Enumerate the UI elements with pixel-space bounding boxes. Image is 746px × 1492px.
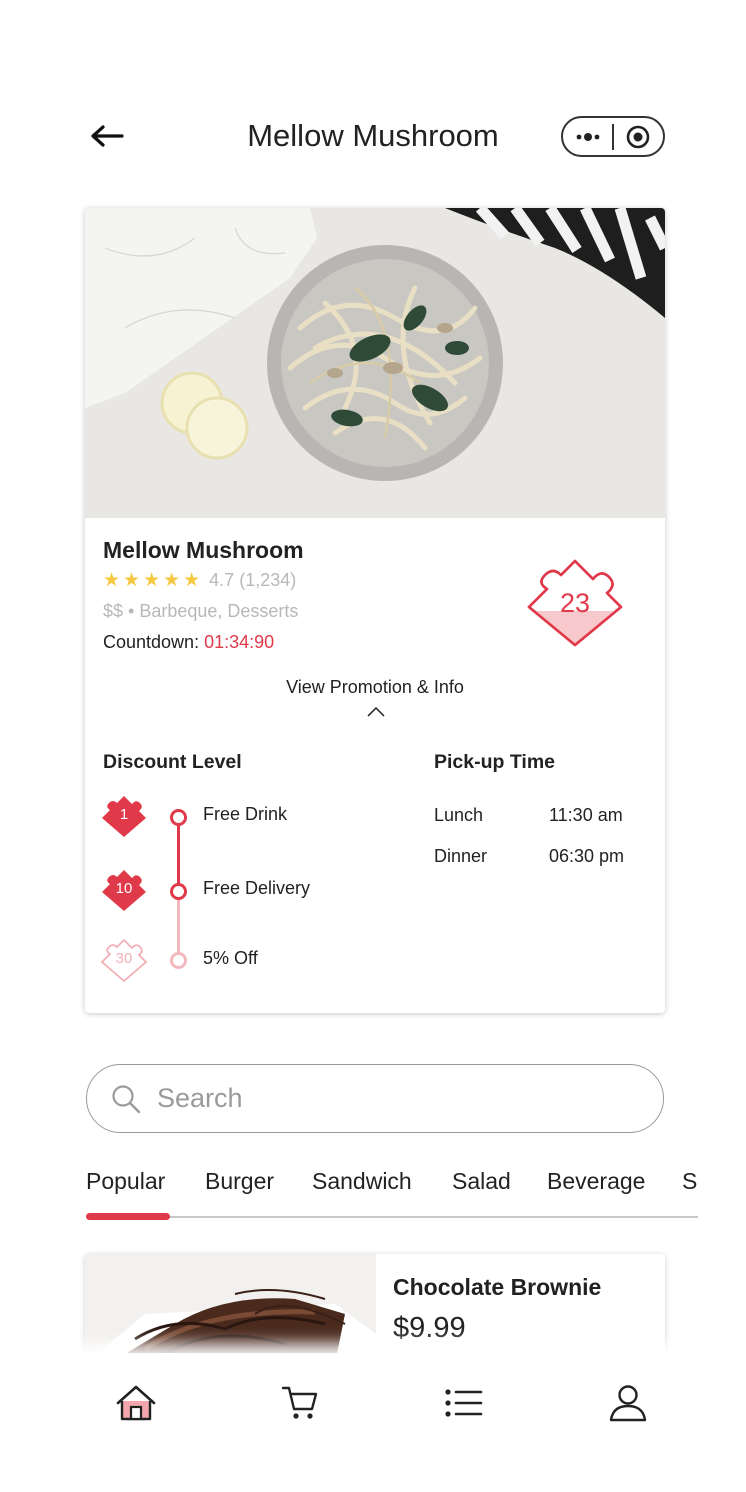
tab-burger[interactable]: Burger (205, 1168, 274, 1195)
more-button[interactable] (563, 118, 612, 155)
level-row: 30 5% Off (85, 938, 385, 984)
discount-level-title: Discount Level (103, 751, 242, 773)
price-and-cuisine: $$ • Barbeque, Desserts (103, 601, 299, 621)
level-label: Free Drink (203, 804, 288, 824)
tab-sandwich[interactable]: Sandwich (312, 1168, 412, 1195)
chevron-up-icon[interactable] (366, 706, 386, 718)
nav-profile[interactable] (604, 1381, 652, 1425)
pickup-time: 06:30 pm (549, 846, 625, 866)
level-node (170, 883, 187, 900)
pickup-time: 11:30 am (549, 805, 623, 825)
restaurant-name: Mellow Mushroom (103, 537, 304, 563)
level-number: 10 (115, 880, 133, 897)
tab-beverage[interactable]: Beverage (547, 1168, 645, 1195)
product-image (85, 1254, 376, 1364)
close-miniprogram-button[interactable] (614, 118, 663, 155)
search-bar[interactable] (86, 1064, 664, 1133)
level-node (170, 952, 187, 969)
rating-row: ★★★★★ 4.7 (1,234) (103, 569, 296, 592)
view-promotion-button[interactable]: View Promotion & Info (85, 677, 665, 698)
cart-icon (281, 1386, 318, 1419)
level-label: Free Delivery (203, 878, 311, 898)
list-icon (445, 1389, 483, 1417)
restaurant-card: Mellow Mushroom ★★★★★ 4.7 (1,234) $$ • B… (85, 208, 665, 1013)
rating-value: 4.7 (209, 570, 235, 590)
nav-home[interactable] (112, 1381, 160, 1425)
nav-orders[interactable] (440, 1381, 488, 1425)
level-label: 5% Off (203, 948, 258, 968)
star-rating-icon: ★★★★★ (103, 570, 204, 591)
product-price: $9.99 (393, 1312, 466, 1344)
nav-cart[interactable] (276, 1381, 324, 1425)
countdown-label: Countdown: (103, 632, 200, 652)
home-icon (116, 1385, 156, 1421)
search-input[interactable] (157, 1083, 597, 1114)
level-row: 1 Free Drink (85, 794, 385, 840)
puzzle-count-badge: 23 (525, 553, 625, 649)
countdown-value: 01:34:90 (204, 632, 275, 652)
level-number: 1 (119, 806, 129, 823)
level-number: 30 (115, 950, 133, 967)
pickup-row: Dinner 06:30 pm (434, 846, 634, 867)
level-node (170, 809, 187, 826)
review-count: (1,234) (239, 570, 297, 590)
mini-program-capsule (561, 116, 665, 157)
restaurant-hero-image (85, 208, 665, 518)
more-dots-icon (576, 132, 600, 141)
search-icon (112, 1084, 141, 1113)
pickup-meal: Dinner (434, 846, 488, 866)
level-row: 10 Free Delivery (85, 868, 385, 914)
pickup-meal: Lunch (434, 805, 484, 825)
target-icon (627, 125, 650, 148)
tab-salad[interactable]: Salad (452, 1168, 511, 1195)
tabs-divider (86, 1216, 698, 1218)
pickup-time-title: Pick-up Time (434, 751, 556, 773)
countdown: Countdown: 01:34:90 (103, 632, 274, 653)
category-tabs: Popular Burger Sandwich Salad Beverage S… (86, 1160, 698, 1220)
product-name: Chocolate Brownie (393, 1274, 602, 1300)
puzzle-count: 23 (559, 588, 591, 618)
tab-popular[interactable]: Popular (86, 1168, 165, 1195)
user-icon (609, 1385, 647, 1422)
top-bar: Mellow Mushroom (0, 100, 746, 172)
product-card[interactable]: Chocolate Brownie $9.99 (85, 1254, 665, 1364)
pickup-row: Lunch 11:30 am (434, 805, 634, 826)
active-tab-indicator (86, 1213, 170, 1220)
bottom-navigation (51, 1353, 698, 1492)
tab-sides[interactable]: Sides (682, 1168, 698, 1195)
